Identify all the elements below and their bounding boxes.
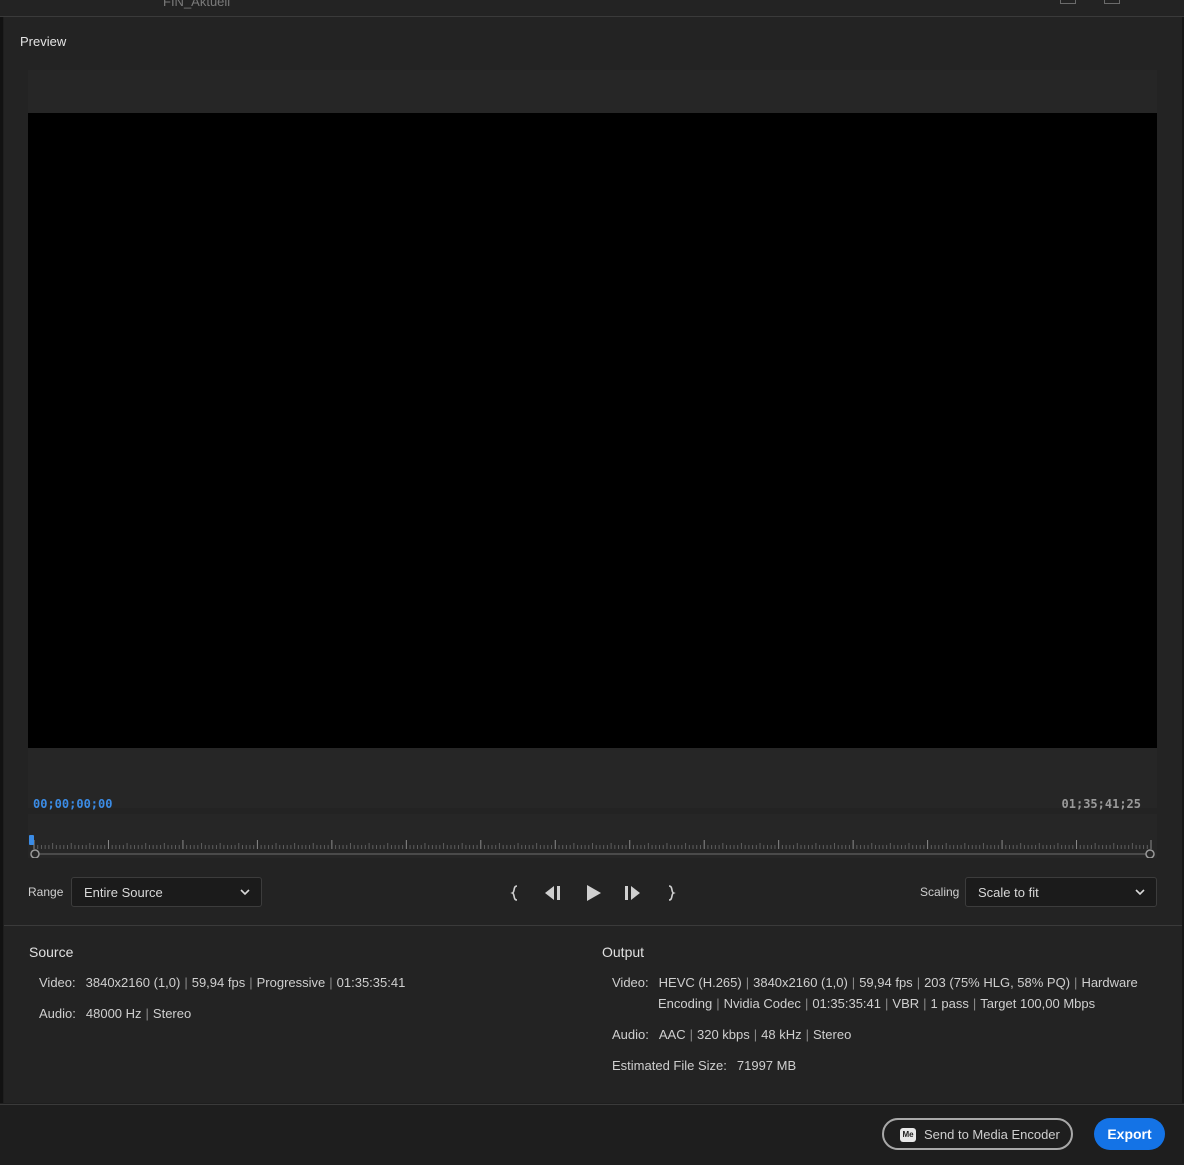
playhead-handle[interactable] [29,835,34,845]
separator: | [972,996,977,1011]
left-border [0,17,3,1103]
in-point-handle[interactable] [30,849,40,858]
output-video-row: Video: HEVC (H.265) | 3840x2160 (1,0) | 59,94… [612,975,1138,990]
range-label: Range [28,885,64,899]
source-video-key: Video: [39,975,76,990]
info-value: 48000 Hz [85,1006,142,1021]
separator: | [916,975,921,990]
info-value: Hardware [1081,975,1138,990]
minimize-icon[interactable] [1060,0,1076,4]
scaling-value: Scale to fit [978,885,1039,900]
source-title: Source [29,944,74,960]
source-audio-key: Audio: [39,1006,76,1021]
separator: | [145,1006,149,1021]
info-value: Stereo [152,1006,192,1021]
send-to-media-encoder-button[interactable]: Me Send to Media Encoder [882,1118,1073,1150]
duration-timecode: 01;35;41;25 [1061,797,1141,811]
separator: | [923,996,927,1011]
info-value: Stereo [813,1027,852,1042]
filesize-value: 71997 MB [736,1058,797,1073]
output-video-key: Video: [612,975,649,990]
separator: | [329,975,333,990]
maximize-icon[interactable] [1104,0,1120,4]
step-back-icon[interactable] [541,881,565,905]
separator: | [184,975,188,990]
info-value: 320 kbps [697,1027,750,1042]
source-audio-row: Audio: 48000 Hz | Stereo [39,1006,191,1021]
separator: | [804,996,809,1011]
info-value: 01:35:35:41 [812,996,882,1011]
preview-title: Preview [20,34,67,49]
separator: | [689,1027,693,1042]
filesize-key: Estimated File Size: [612,1058,727,1073]
info-value: 203 (75% HLG, 58% PQ) [924,975,1071,990]
output-audio-row: Audio: AAC | 320 kbps | 48 kHz | Stereo [612,1027,851,1042]
output-title: Output [602,944,645,960]
info-value: HEVC (H.265) [658,975,742,990]
info-value: 3840x2160 (1,0) [85,975,181,990]
scaling-dropdown[interactable]: Scale to fit [965,877,1157,907]
info-value: 48 kHz [761,1027,802,1042]
info-value: 01:35:35:41 [336,975,406,990]
info-value: 3840x2160 (1,0) [753,975,848,990]
range-dropdown[interactable]: Entire Source [71,877,262,907]
timeline-ticks [30,840,1155,858]
separator: | [885,996,889,1011]
info-value: Progressive [256,975,326,990]
info-value: Target 100,00 Mbps [980,996,1096,1011]
range-value: Entire Source [84,885,163,900]
window-title: FIN_Aktuell [163,0,231,9]
estimated-file-size-row: Estimated File Size: 71997 MB [612,1058,796,1073]
preview-video [28,113,1157,748]
source-video-row: Video: 3840x2160 (1,0) | 59,94 fps | Progress… [39,975,405,990]
separator: | [805,1027,810,1042]
info-value: VBR [892,996,920,1011]
separator: | [753,1027,758,1042]
info-value: 59,94 fps [859,975,913,990]
separator: | [249,975,253,990]
info-value: Encoding [658,996,713,1011]
info-value: 1 pass [930,996,969,1011]
separator: | [745,975,750,990]
info-value: Nvidia Codec [723,996,801,1011]
media-encoder-icon: Me [900,1128,916,1142]
play-icon[interactable] [581,881,605,905]
mark-out-icon[interactable] [659,881,683,905]
output-audio-key: Audio: [612,1027,649,1042]
scaling-label: Scaling [920,885,960,899]
send-to-media-encoder-label: Send to Media Encoder [924,1127,1060,1142]
step-forward-icon[interactable] [620,881,644,905]
section-divider [4,925,1182,926]
restore-icon[interactable] [1146,0,1160,3]
info-value: 59,94 fps [191,975,246,990]
separator: | [1074,975,1078,990]
info-value: AAC [658,1027,686,1042]
current-timecode[interactable]: 00;00;00;00 [33,797,112,811]
out-point-handle[interactable] [1145,849,1155,858]
timeline-ruler[interactable] [28,814,1157,858]
chevron-down-icon [1135,889,1145,896]
window-titlebar: FIN_Aktuell [0,0,1184,17]
output-video-row-2: Encoding | Nvidia Codec | 01:35:35:41 | VBR | 1 … [658,996,1095,1011]
mark-in-icon[interactable] [503,881,527,905]
export-button[interactable]: Export [1094,1118,1165,1150]
chevron-down-icon [240,889,250,896]
separator: | [716,996,720,1011]
separator: | [851,975,856,990]
